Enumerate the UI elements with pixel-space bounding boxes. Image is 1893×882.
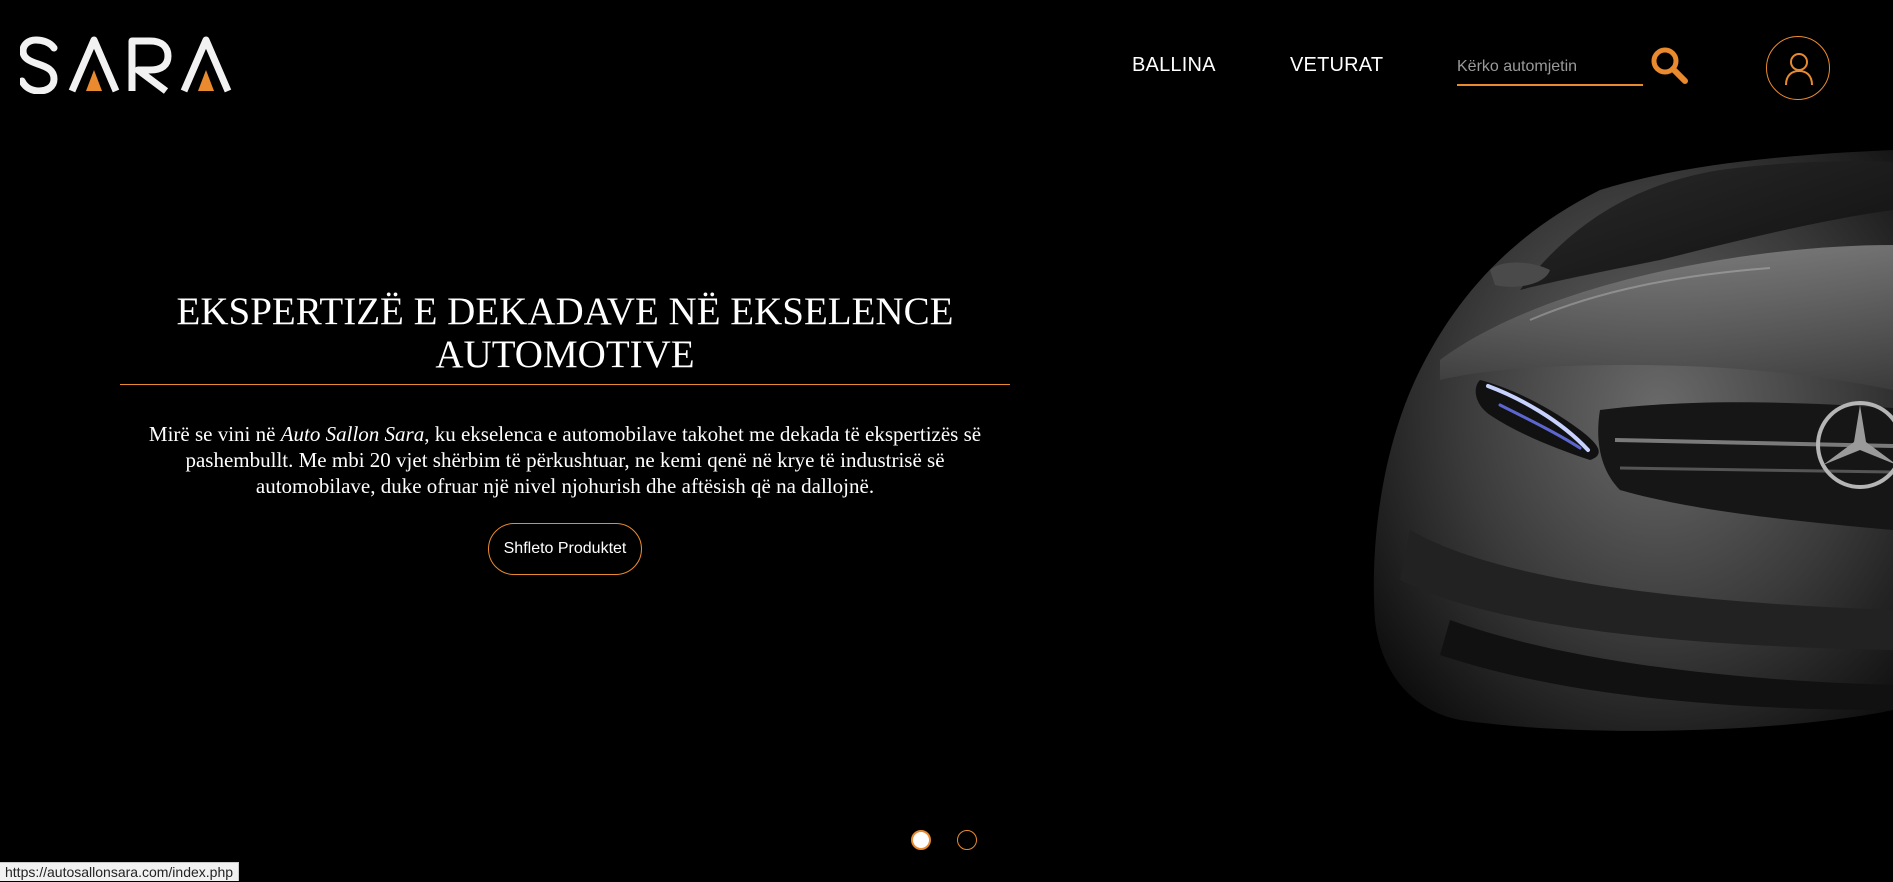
user-icon <box>1785 53 1813 86</box>
browser-status-url: https://autosallonsara.com/index.php <box>0 862 240 881</box>
hero-intro: Mirë se vini në Auto Sallon Sara, ku eks… <box>128 421 1002 499</box>
car-front-image <box>1373 150 1893 731</box>
search-icon <box>1651 47 1688 84</box>
nav-cars-link[interactable]: VETURAT <box>1290 54 1383 77</box>
nav-home-link[interactable]: BALLINA <box>1132 54 1216 77</box>
search-input[interactable] <box>1457 54 1641 80</box>
intro-start: Mirë se vini në <box>148 422 281 446</box>
brand-name: Auto Sallon Sara <box>280 422 425 446</box>
carousel-dot-2[interactable] <box>957 830 977 850</box>
account-button[interactable] <box>1766 36 1830 100</box>
carousel-dot-1[interactable] <box>911 830 931 850</box>
hero-title: EKSPERTIZË E DEKADAVE NË EKSELENCE AUTOM… <box>176 290 954 376</box>
hero-section: EKSPERTIZË E DEKADAVE NË EKSELENCE AUTOM… <box>120 290 1010 575</box>
sara-logo[interactable] <box>20 36 256 94</box>
search-field <box>1457 48 1643 86</box>
browse-products-button[interactable]: Shfleto Produktet <box>487 523 643 575</box>
title-divider <box>120 384 1010 385</box>
search-button[interactable] <box>1649 45 1691 87</box>
